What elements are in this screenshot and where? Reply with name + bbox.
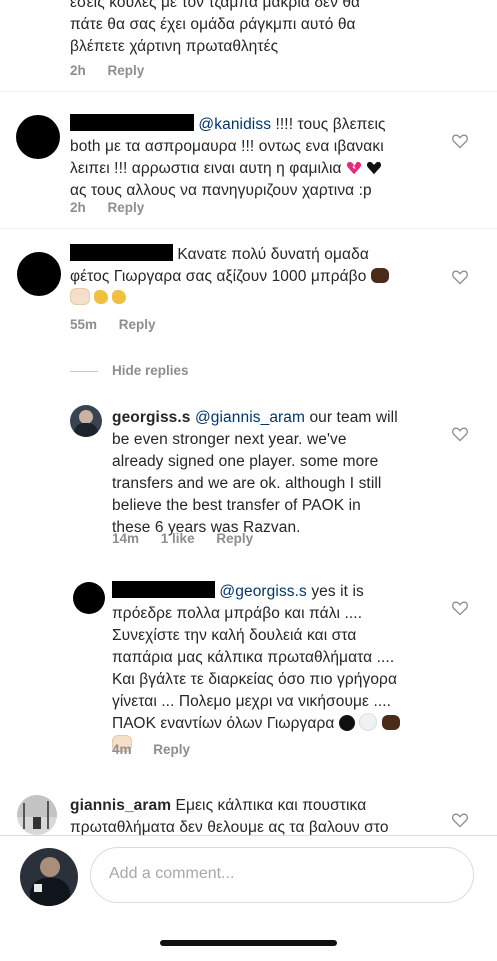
reply-text: georgiss.s @giannis_aram our team will b… bbox=[112, 407, 452, 539]
redacted-username bbox=[70, 244, 173, 261]
reply-button[interactable]: Reply bbox=[108, 63, 145, 78]
clap-emoji bbox=[94, 290, 109, 304]
hide-replies-button[interactable]: Hide replies bbox=[112, 363, 189, 378]
reply-button[interactable]: Reply bbox=[108, 200, 145, 215]
comment-line: βλέπετε χάρτινη πρωταθλητές bbox=[70, 38, 279, 55]
comment-line: λειπει !!! αρρωστια ειναι αυτη η φαμιλια bbox=[70, 158, 445, 180]
comment-meta: 55m Reply bbox=[70, 317, 174, 332]
emoji-line bbox=[70, 288, 450, 310]
white-circle-emoji bbox=[359, 713, 378, 731]
comment-line: ΠΑΟΚ εναντίων όλων Γιωργαρα bbox=[112, 713, 452, 735]
likes-count[interactable]: 1 like bbox=[161, 531, 195, 546]
comment-line: φέτος Γιωργαρα σας αξίζουν 1000 μπράβο bbox=[70, 266, 450, 288]
comment-line: georgiss.s @giannis_aram our team will bbox=[112, 409, 398, 426]
divider bbox=[0, 228, 497, 229]
comment-line: @georgiss.s yes it is bbox=[112, 581, 452, 603]
reply-button[interactable]: Reply bbox=[216, 531, 253, 546]
comment-meta: 14m 1 like Reply bbox=[112, 531, 271, 546]
redacted-username bbox=[112, 581, 215, 598]
username-link[interactable]: giannis_aram bbox=[70, 797, 171, 814]
comment-line: Και βγάλτε τε διαρκείας όσο πιο γρήγορα bbox=[112, 671, 398, 688]
comment-line: γίνεται ... Πολεμο μεχρι να νικήσουμε ..… bbox=[112, 693, 392, 710]
mention-link[interactable]: @kanidiss bbox=[198, 116, 271, 133]
comment-line: be even stronger next year. we've bbox=[112, 431, 347, 448]
comment-text: Κανατε πολύ δυνατή ομαδα φέτος Γιωργαρα … bbox=[70, 244, 450, 310]
reply-button[interactable]: Reply bbox=[119, 317, 156, 332]
comment-line: @kanidiss !!!! τους βλεπεις bbox=[70, 114, 445, 136]
mention-link[interactable]: @georgiss.s bbox=[219, 583, 306, 600]
broken-heart-emoji bbox=[346, 161, 362, 175]
reply-button[interactable]: Reply bbox=[153, 742, 190, 757]
comment-line: πάτε θα σας έχει ομάδα ράγκμπι αυτό θα bbox=[70, 16, 356, 33]
heart-outline-icon[interactable] bbox=[451, 133, 469, 149]
comment-text: @kanidiss !!!! τους βλεπεις both με τα α… bbox=[70, 114, 445, 202]
reply-text: @georgiss.s yes it is πρόεδρε πολλα μπρά… bbox=[112, 581, 452, 757]
comment-meta: 4m Reply bbox=[112, 742, 208, 757]
fist-emoji bbox=[70, 288, 90, 305]
avatar[interactable] bbox=[16, 115, 60, 159]
timestamp: 14m bbox=[112, 531, 140, 546]
timestamp: 2h bbox=[70, 200, 86, 215]
redacted-username bbox=[70, 114, 194, 131]
comment-text: εσείς κούλες με τον τζάμπα μακριά δεν θα… bbox=[70, 0, 430, 58]
comment-line: Συνεχίστε την καλή δουλειά και στα bbox=[112, 627, 357, 644]
heart-outline-icon[interactable] bbox=[451, 812, 469, 828]
comment-text: giannis_aram Εμεις κάλπικα και πουστικα … bbox=[70, 795, 450, 839]
comment-meta: 2h Reply bbox=[70, 63, 162, 78]
avatar[interactable] bbox=[17, 252, 61, 296]
comment-line: giannis_aram Εμεις κάλπικα και πουστικα bbox=[70, 797, 367, 814]
black-heart-emoji bbox=[367, 161, 382, 175]
timestamp: 2h bbox=[70, 63, 86, 78]
comment-line: εσείς κούλες με τον τζάμπα μακριά δεν θα bbox=[70, 0, 361, 11]
comment-line: ας τους αλλους να πανηγυριζουν χαρτινα :… bbox=[70, 182, 372, 199]
comment-line: believe the best transfer of PAOK in bbox=[112, 497, 361, 514]
comment-placeholder: Add a comment... bbox=[109, 865, 235, 882]
comment-line: πρόεδρε πολλα μπράβο και πάλι .... bbox=[112, 605, 363, 622]
fist-emoji bbox=[370, 268, 389, 283]
current-user-avatar[interactable] bbox=[20, 848, 78, 906]
timestamp: 55m bbox=[70, 317, 98, 332]
composer-bar: Add a comment... bbox=[0, 835, 497, 961]
black-circle-emoji bbox=[338, 715, 355, 731]
comment-line: already signed one player. some more bbox=[112, 453, 379, 470]
clap-emoji bbox=[112, 290, 127, 304]
heart-outline-icon[interactable] bbox=[451, 600, 469, 616]
heart-outline-icon[interactable] bbox=[451, 269, 469, 285]
comment-meta: 2h Reply bbox=[70, 200, 162, 215]
username-link[interactable]: georgiss.s bbox=[112, 409, 191, 426]
comment-line: Κανατε πολύ δυνατή ομαδα bbox=[70, 244, 450, 266]
comment-line: παπάρια μας κάλπικα πρωταθλήματα .... bbox=[112, 649, 395, 666]
replies-line bbox=[70, 371, 98, 372]
divider bbox=[0, 91, 497, 92]
comment-line: both με τα ασπρομαυρα !!! οντως ενα ιβαν… bbox=[70, 138, 384, 155]
timestamp: 4m bbox=[112, 742, 132, 757]
avatar[interactable] bbox=[73, 582, 105, 614]
comment-line-rest: !!!! τους βλεπεις bbox=[271, 116, 386, 133]
avatar[interactable] bbox=[17, 795, 57, 835]
heart-outline-icon[interactable] bbox=[451, 426, 469, 442]
comment-input[interactable]: Add a comment... bbox=[90, 847, 474, 903]
avatar[interactable] bbox=[70, 405, 102, 437]
fist-emoji bbox=[381, 715, 400, 730]
comment-line-rest: Κανατε πολύ δυνατή ομαδα bbox=[177, 246, 369, 263]
home-indicator[interactable] bbox=[160, 940, 337, 946]
mention-link[interactable]: @giannis_aram bbox=[195, 409, 305, 426]
comment-line: transfers and we are ok. although I stil… bbox=[112, 475, 382, 492]
